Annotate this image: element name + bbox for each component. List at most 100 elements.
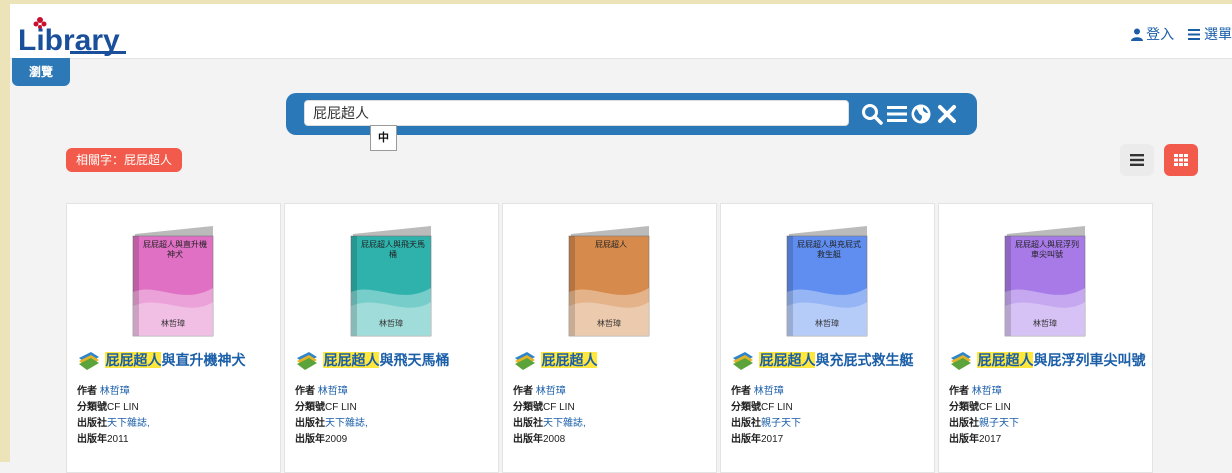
- svg-text:林哲璋: 林哲璋: [1033, 318, 1057, 328]
- keyword-tag[interactable]: 相關字：屁屁超人: [66, 148, 183, 172]
- book-card[interactable]: 屁屁超人與直升機神犬 林哲璋 屁屁超人與直升機神犬 作者 林哲璋 分類號CF L…: [66, 203, 281, 473]
- book-cover[interactable]: 屁屁超人與充屁式救生艇 林哲璋: [781, 224, 873, 340]
- books-icon: [79, 352, 99, 370]
- publisher-link[interactable]: 親子天下: [979, 418, 1019, 429]
- grid-view-button[interactable]: [1164, 144, 1198, 176]
- book-title-link[interactable]: 屁屁超人與飛天馬桶: [323, 352, 449, 368]
- callno-value: CF LIN: [979, 402, 1011, 413]
- title-rest: 與直升機神犬: [161, 352, 246, 368]
- menu-icon: [1188, 29, 1200, 40]
- book-meta: 作者 林哲璋 分類號CF LIN 出版社天下雜誌, 出版年2011: [77, 384, 150, 448]
- author-link[interactable]: 林哲璋: [100, 386, 130, 397]
- publisher-label: 出版社: [77, 418, 107, 429]
- publisher-link[interactable]: 天下雜誌,: [325, 418, 368, 429]
- publisher-link[interactable]: 天下雜誌,: [107, 418, 150, 429]
- book-title-row: 屁屁超人: [513, 349, 713, 375]
- year-value: 2017: [761, 434, 784, 445]
- author-link[interactable]: 林哲璋: [754, 386, 784, 397]
- author-link[interactable]: 林哲璋: [972, 386, 1002, 397]
- year-value: 2008: [543, 434, 566, 445]
- book-title-row: 屁屁超人與直升機神犬: [77, 349, 277, 375]
- book-title-link[interactable]: 屁屁超人與直升機神犬: [105, 352, 245, 368]
- book-cover[interactable]: 屁屁超人 林哲璋: [563, 224, 655, 340]
- close-icon[interactable]: [936, 103, 958, 125]
- top-bar: Library 登入 選單: [10, 4, 1232, 59]
- book-card[interactable]: 屁屁超人 林哲璋 屁屁超人 作者 林哲璋 分類號CF LIN 出版社天下雜誌, …: [502, 203, 717, 473]
- year-label: 出版年: [77, 434, 107, 445]
- publisher-label: 出版社: [513, 418, 543, 429]
- book-title-link[interactable]: 屁屁超人: [541, 352, 598, 368]
- year-value: 2009: [325, 434, 348, 445]
- top-actions: 登入 選單: [1131, 24, 1232, 44]
- grid-view-icon: [1174, 154, 1188, 166]
- book-card[interactable]: 屁屁超人與飛天馬桶 林哲璋 屁屁超人與飛天馬桶 作者 林哲璋 分類號CF LIN…: [284, 203, 499, 473]
- author-label: 作者: [295, 386, 315, 397]
- globe-icon[interactable]: [910, 103, 932, 125]
- window-frame-left: [0, 0, 10, 462]
- author-link[interactable]: 林哲璋: [318, 386, 348, 397]
- author-label: 作者: [731, 386, 751, 397]
- list-icon[interactable]: [886, 103, 908, 125]
- menu-link[interactable]: 選單: [1178, 26, 1232, 42]
- books-icon: [297, 352, 317, 370]
- login-link[interactable]: 登入: [1131, 26, 1178, 42]
- publisher-link[interactable]: 天下雜誌,: [543, 418, 586, 429]
- title-rest: 與飛天馬桶: [379, 352, 450, 368]
- svg-text:林哲璋: 林哲璋: [597, 318, 621, 328]
- books-icon: [951, 352, 971, 370]
- callno-value: CF LIN: [107, 402, 139, 413]
- book-title-row: 屁屁超人與屁浮列車尖叫號: [949, 349, 1149, 375]
- search-input[interactable]: [304, 100, 849, 126]
- books-icon: [515, 352, 535, 370]
- callno-label: 分類號: [731, 402, 761, 413]
- publisher-label: 出版社: [731, 418, 761, 429]
- publisher-label: 出版社: [949, 418, 979, 429]
- book-meta: 作者 林哲璋 分類號CF LIN 出版社親子天下 出版年2017: [731, 384, 801, 448]
- title-highlight: 屁屁超人: [977, 352, 1034, 368]
- ime-indicator: 中: [370, 125, 397, 151]
- author-label: 作者: [513, 386, 533, 397]
- book-meta: 作者 林哲璋 分類號CF LIN 出版社親子天下 出版年2017: [949, 384, 1019, 448]
- author-link[interactable]: 林哲璋: [536, 386, 566, 397]
- year-label: 出版年: [295, 434, 325, 445]
- title-highlight: 屁屁超人: [105, 352, 162, 368]
- list-view-button[interactable]: [1120, 144, 1154, 176]
- svg-text:林哲璋: 林哲璋: [815, 318, 839, 328]
- publisher-link[interactable]: 親子天下: [761, 418, 801, 429]
- publisher-label: 出版社: [295, 418, 325, 429]
- book-title-link[interactable]: 屁屁超人與充屁式救生艇: [759, 352, 913, 368]
- year-label: 出版年: [949, 434, 979, 445]
- callno-label: 分類號: [295, 402, 325, 413]
- year-value: 2011: [107, 434, 129, 445]
- year-value: 2017: [979, 434, 1002, 445]
- callno-label: 分類號: [513, 402, 543, 413]
- title-highlight: 屁屁超人: [759, 352, 816, 368]
- book-cover[interactable]: 屁屁超人與直升機神犬 林哲璋: [127, 224, 219, 340]
- book-card[interactable]: 屁屁超人與充屁式救生艇 林哲璋 屁屁超人與充屁式救生艇 作者 林哲璋 分類號CF…: [720, 203, 935, 473]
- book-card[interactable]: 屁屁超人與屁浮列車尖叫號 林哲璋 屁屁超人與屁浮列車尖叫號 作者 林哲璋 分類號…: [938, 203, 1153, 473]
- callno-value: CF LIN: [761, 402, 793, 413]
- user-icon: [1131, 28, 1144, 41]
- menu-label: 選單: [1204, 26, 1232, 42]
- year-label: 出版年: [731, 434, 761, 445]
- author-label: 作者: [77, 386, 97, 397]
- list-view-icon: [1130, 154, 1144, 166]
- title-highlight: 屁屁超人: [541, 352, 598, 368]
- search-icon[interactable]: [861, 103, 883, 125]
- callno-label: 分類號: [949, 402, 979, 413]
- title-rest: 與屁浮列車尖叫號: [1033, 352, 1146, 368]
- library-logo[interactable]: Library: [18, 14, 130, 56]
- book-title-link[interactable]: 屁屁超人與屁浮列車尖叫號: [977, 352, 1145, 368]
- svg-text:林哲璋: 林哲璋: [379, 318, 403, 328]
- book-cover[interactable]: 屁屁超人與飛天馬桶 林哲璋: [345, 224, 437, 340]
- author-label: 作者: [949, 386, 969, 397]
- svg-text:林哲璋: 林哲璋: [161, 318, 185, 328]
- year-label: 出版年: [513, 434, 543, 445]
- book-cover[interactable]: 屁屁超人與屁浮列車尖叫號 林哲璋: [999, 224, 1091, 340]
- title-rest: 與充屁式救生艇: [815, 352, 914, 368]
- book-title-row: 屁屁超人與充屁式救生艇: [731, 349, 931, 375]
- book-meta: 作者 林哲璋 分類號CF LIN 出版社天下雜誌, 出版年2009: [295, 384, 368, 448]
- book-title-row: 屁屁超人與飛天馬桶: [295, 349, 495, 375]
- browse-tab[interactable]: 瀏覽: [12, 58, 70, 86]
- book-meta: 作者 林哲璋 分類號CF LIN 出版社天下雜誌, 出版年2008: [513, 384, 586, 448]
